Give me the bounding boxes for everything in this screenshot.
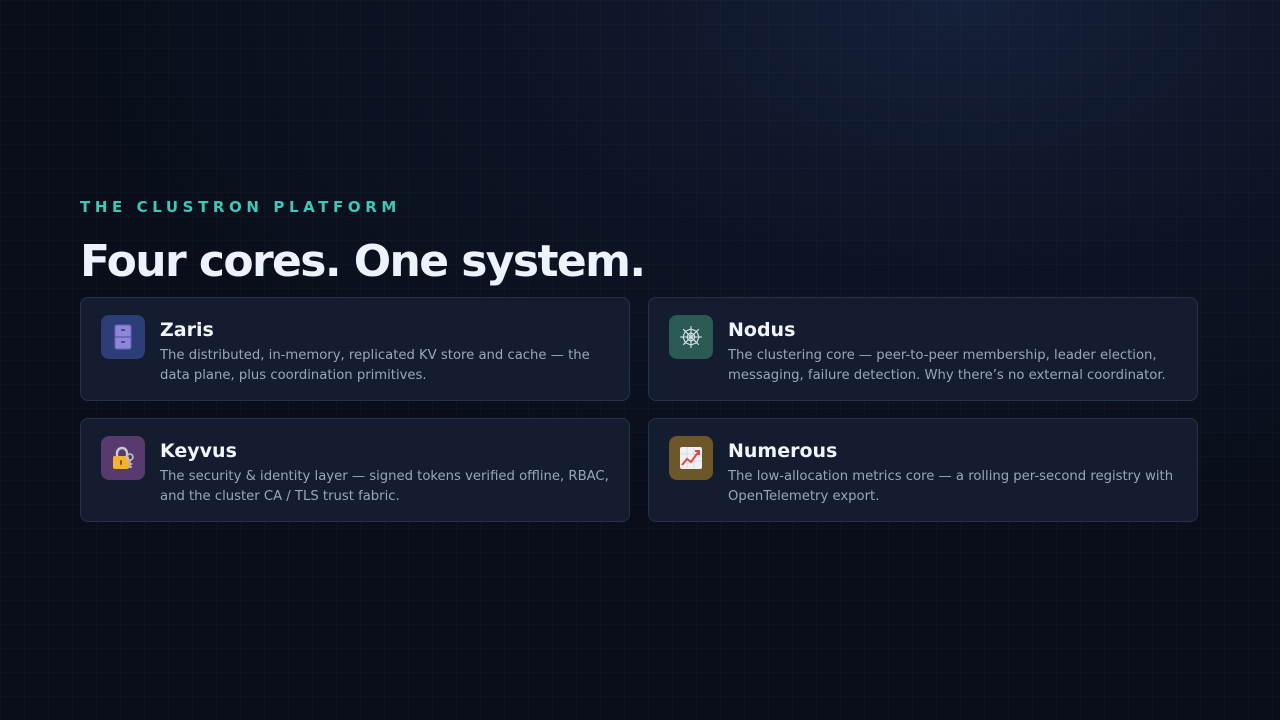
core-card-title: Numerous [728,440,838,462]
file-cabinet-icon [101,315,145,359]
chart-increasing-icon [669,436,713,480]
eyebrow-label: THE CLUSTRON PLATFORM [80,198,401,216]
core-card-description: The security & identity layer — signed t… [160,469,609,504]
core-card-description: The low-allocation metrics core — a roll… [728,469,1174,504]
page-title: Four cores. One system. [80,236,646,287]
core-card-zaris: Zaris The distributed, in-memory, replic… [80,297,630,401]
platform-section: THE CLUSTRON PLATFORM Four cores. One sy… [80,198,1200,522]
core-card-keyvus: Keyvus The security & identity layer — s… [80,418,630,522]
core-card-numerous: Numerous The low-allocation metrics core… [648,418,1198,522]
core-card-title: Keyvus [160,440,237,462]
core-card-nodus: Nodus The clustering core — peer-to-peer… [648,297,1198,401]
core-card-title: Nodus [728,319,796,341]
core-card-description: The distributed, in-memory, replicated K… [160,348,590,383]
network-web-icon [669,315,713,359]
lock-with-key-icon [101,436,145,480]
core-card-title: Zaris [160,319,214,341]
core-card-description: The clustering core — peer-to-peer membe… [728,348,1166,383]
